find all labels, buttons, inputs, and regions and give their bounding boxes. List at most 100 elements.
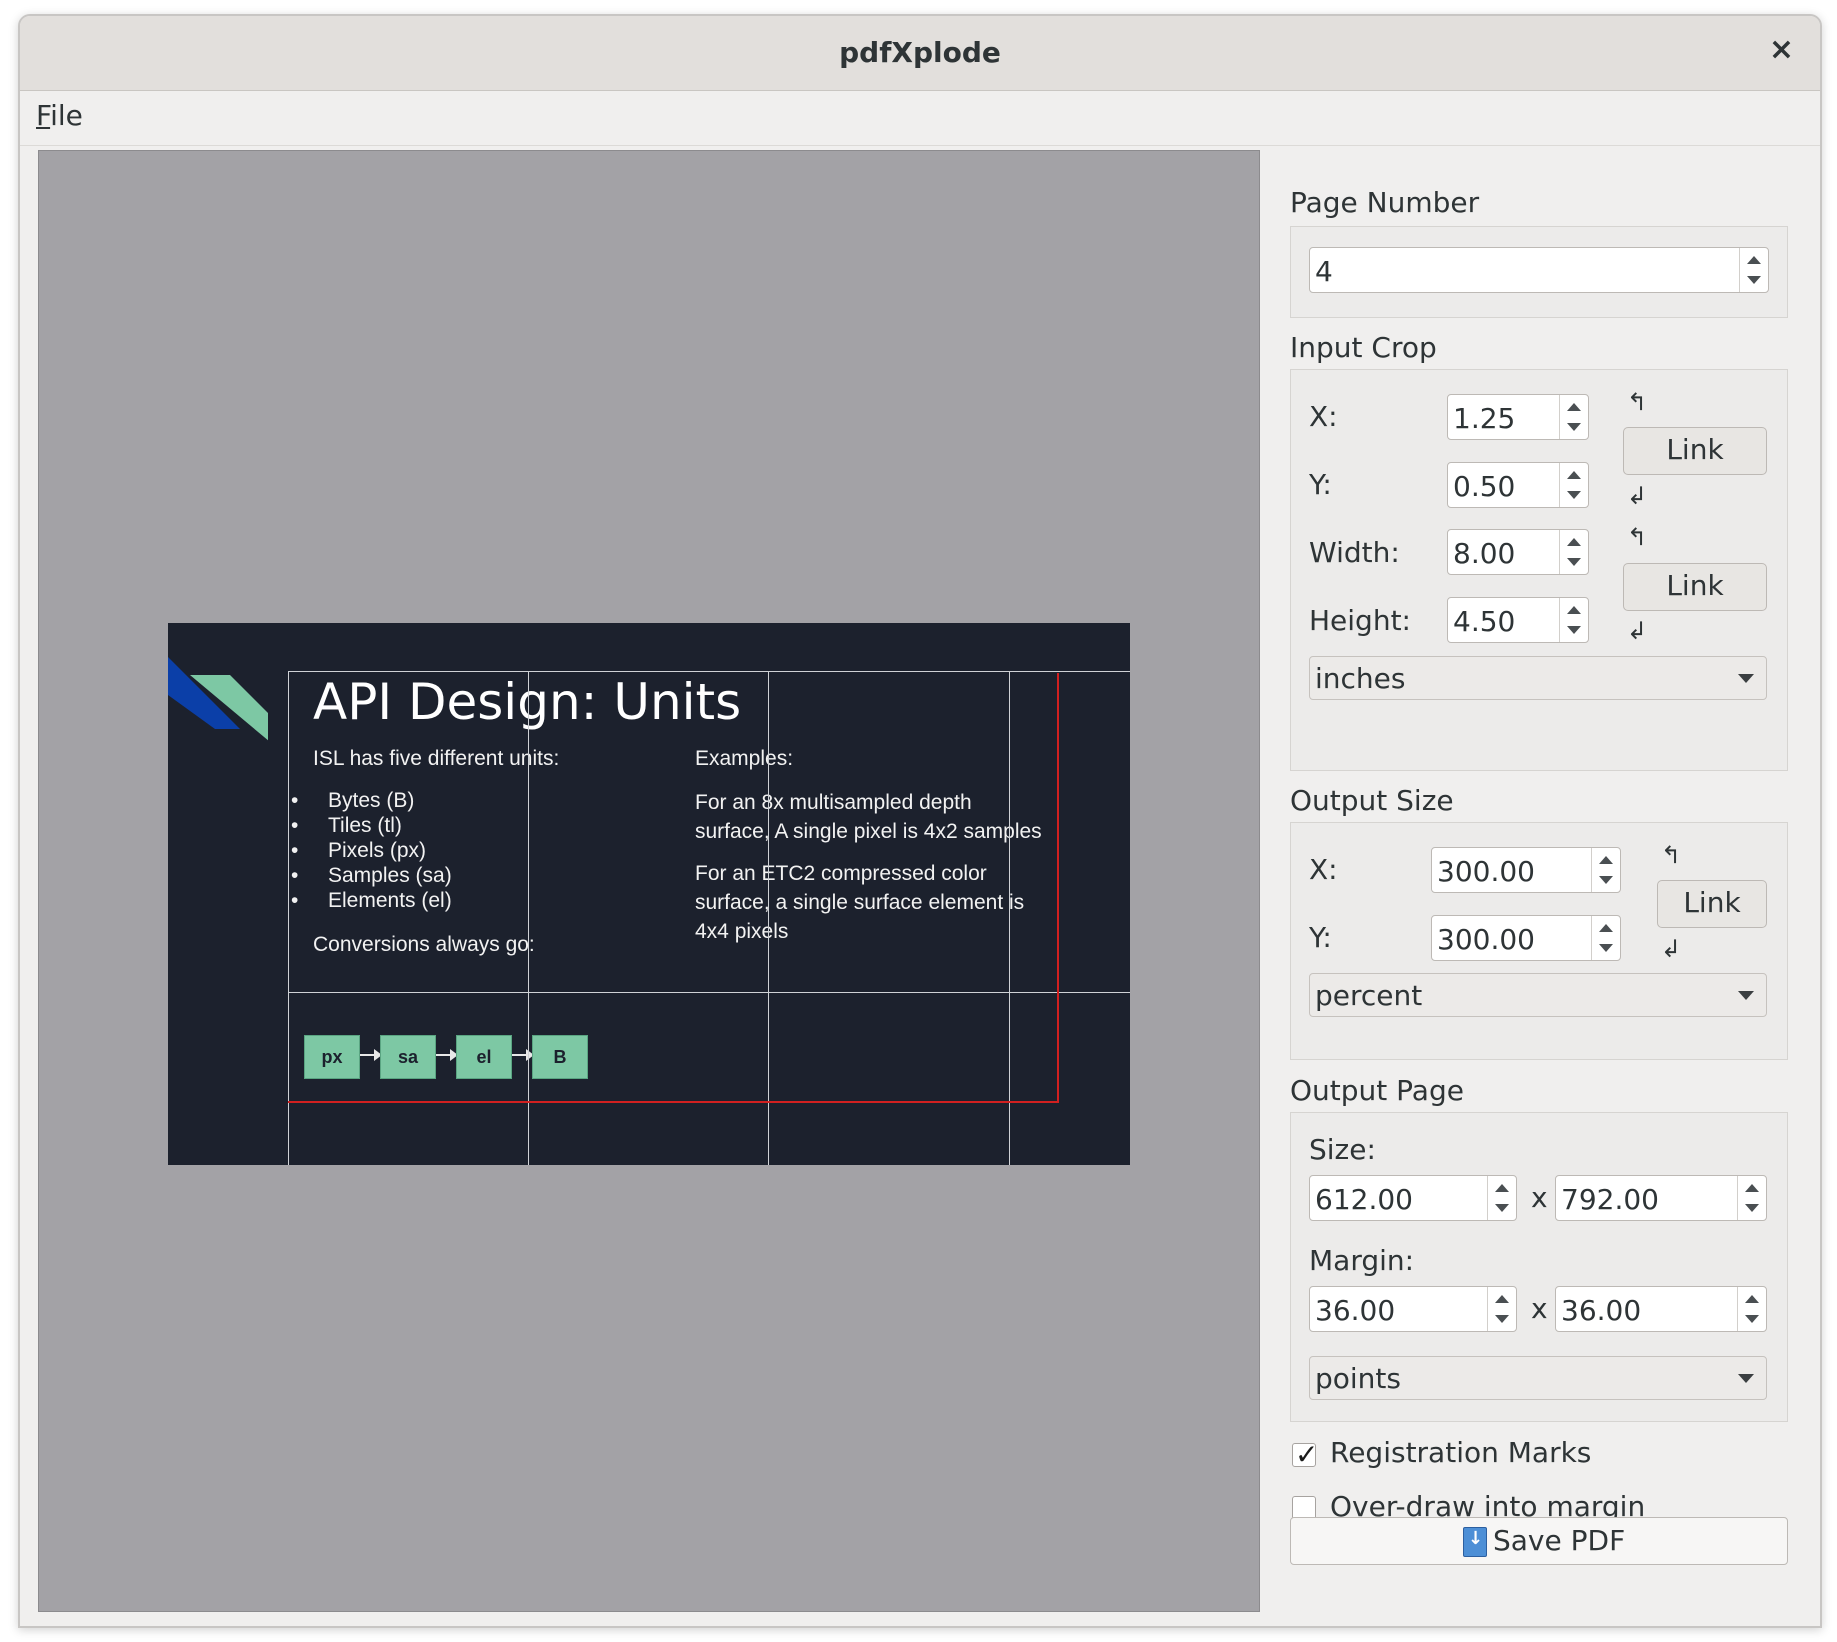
registration-marks-checkbox[interactable]: ✓: [1292, 1438, 1318, 1471]
page-number-spinner[interactable]: 4: [1309, 247, 1769, 293]
app-window: pdfXplode × File API Design: Units ISL h…: [18, 14, 1822, 1628]
increment-icon[interactable]: [1567, 403, 1581, 411]
crop-height-label: Height:: [1309, 604, 1411, 637]
grid-line: [528, 671, 529, 1165]
decrement-icon[interactable]: [1599, 876, 1613, 884]
chip-arrow: [360, 1049, 382, 1061]
menubar: File: [20, 91, 1820, 146]
increment-icon[interactable]: [1495, 1295, 1509, 1303]
page-preview[interactable]: API Design: Units ISL has five different…: [38, 150, 1260, 1612]
decrement-icon[interactable]: [1745, 1204, 1759, 1212]
increment-icon[interactable]: [1745, 1295, 1759, 1303]
slide-preview: API Design: Units ISL has five different…: [168, 623, 1130, 1165]
crop-line: [288, 1101, 1059, 1103]
size-separator: x: [1531, 1181, 1548, 1214]
input-crop-group: X: 1.25 Y: 0.50 ↰ Link ↲ Width: 8.00 Hei…: [1290, 369, 1788, 771]
link-bracket-bottom-icon: ↲: [1627, 482, 1648, 510]
checkmark-icon: ✓: [1295, 1438, 1319, 1471]
output-y-spinner[interactable]: 300.00: [1431, 915, 1621, 961]
increment-icon[interactable]: [1567, 471, 1581, 479]
increment-icon[interactable]: [1747, 256, 1761, 264]
input-crop-label: Input Crop: [1290, 331, 1437, 364]
output-y-label: Y:: [1309, 921, 1332, 954]
decrement-icon[interactable]: [1745, 1315, 1759, 1323]
slide-examples-label: Examples:: [695, 747, 794, 770]
increment-icon[interactable]: [1567, 538, 1581, 546]
output-size-group: X: 300.00 Y: 300.00 ↰ Link ↲ percent: [1290, 822, 1788, 1060]
decrement-icon[interactable]: [1495, 1315, 1509, 1323]
bullet-item: Samples (sa): [291, 864, 452, 888]
save-pdf-button[interactable]: Save PDF: [1290, 1517, 1788, 1565]
chevron-down-icon: [1738, 991, 1754, 1000]
output-page-label: Output Page: [1290, 1074, 1464, 1107]
link-size-button[interactable]: Link: [1623, 563, 1767, 611]
crop-y-label: Y:: [1309, 468, 1332, 501]
crop-width-label: Width:: [1309, 536, 1400, 569]
page-number-label: Page Number: [1290, 186, 1480, 219]
output-x-spinner[interactable]: 300.00: [1431, 847, 1621, 893]
save-icon: [1463, 1527, 1487, 1557]
chip-b: B: [532, 1035, 588, 1079]
page-height-spinner[interactable]: 792.00: [1555, 1175, 1767, 1221]
crop-line: [1057, 673, 1059, 1103]
chip-el: el: [456, 1035, 512, 1079]
link-output-button[interactable]: Link: [1657, 880, 1767, 928]
margin-separator: x: [1531, 1292, 1548, 1325]
increment-icon[interactable]: [1599, 924, 1613, 932]
grid-line: [288, 671, 289, 1165]
slide-conversions: Conversions always go:: [313, 933, 535, 956]
registration-marks-label[interactable]: Registration Marks: [1330, 1436, 1591, 1469]
decrement-icon[interactable]: [1599, 944, 1613, 952]
grid-line: [768, 671, 769, 1165]
chip-arrow: [512, 1049, 534, 1061]
decrement-icon[interactable]: [1567, 626, 1581, 634]
bullet-item: Elements (el): [291, 889, 452, 913]
slide-example-2: For an ETC2 compressed color surface, a …: [695, 862, 1025, 943]
page-size-label: Size:: [1309, 1133, 1376, 1166]
grid-line: [288, 671, 1130, 672]
decrement-icon[interactable]: [1567, 491, 1581, 499]
crop-width-spinner[interactable]: 8.00: [1447, 529, 1589, 575]
decrement-icon[interactable]: [1567, 423, 1581, 431]
link-bracket-top-icon: ↰: [1627, 523, 1648, 551]
crop-x-spinner[interactable]: 1.25: [1447, 394, 1589, 440]
page-units-select[interactable]: points: [1309, 1356, 1767, 1400]
decrement-icon[interactable]: [1495, 1204, 1509, 1212]
link-bracket-top-icon: ↰: [1661, 841, 1682, 869]
crop-x-label: X:: [1309, 400, 1338, 433]
output-page-group: Size: 612.00 x 792.00 Margin: 36.00 x 36…: [1290, 1112, 1788, 1422]
page-width-spinner[interactable]: 612.00: [1309, 1175, 1517, 1221]
close-icon[interactable]: ×: [1769, 32, 1794, 67]
grid-line: [288, 992, 1130, 993]
output-units-select[interactable]: percent: [1309, 973, 1767, 1017]
window-title: pdfXplode: [839, 36, 1001, 69]
output-size-label: Output Size: [1290, 784, 1454, 817]
increment-icon[interactable]: [1745, 1184, 1759, 1192]
crop-y-spinner[interactable]: 0.50: [1447, 462, 1589, 508]
crop-units-select[interactable]: inches: [1309, 656, 1767, 700]
bullet-item: Pixels (px): [291, 839, 426, 863]
margin-y-spinner[interactable]: 36.00: [1555, 1286, 1767, 1332]
chevron-down-icon: [1738, 674, 1754, 683]
bullet-item: Tiles (tl): [291, 814, 402, 838]
link-bracket-top-icon: ↰: [1627, 388, 1648, 416]
chip-sa: sa: [380, 1035, 436, 1079]
slide-intro: ISL has five different units:: [313, 747, 560, 770]
increment-icon[interactable]: [1495, 1184, 1509, 1192]
bullet-item: Bytes (B): [291, 789, 415, 813]
chip-arrow: [436, 1049, 458, 1061]
increment-icon[interactable]: [1599, 856, 1613, 864]
slide-logo: [168, 657, 268, 741]
decrement-icon[interactable]: [1567, 558, 1581, 566]
page-margin-label: Margin:: [1309, 1244, 1415, 1277]
grid-line: [1009, 671, 1010, 1165]
crop-height-spinner[interactable]: 4.50: [1447, 597, 1589, 643]
margin-x-spinner[interactable]: 36.00: [1309, 1286, 1517, 1332]
link-xy-button[interactable]: Link: [1623, 427, 1767, 475]
output-x-label: X:: [1309, 853, 1338, 886]
chip-px: px: [304, 1035, 360, 1079]
menu-file[interactable]: File: [36, 99, 83, 132]
page-number-group: 4: [1290, 226, 1788, 318]
increment-icon[interactable]: [1567, 606, 1581, 614]
decrement-icon[interactable]: [1747, 276, 1761, 284]
